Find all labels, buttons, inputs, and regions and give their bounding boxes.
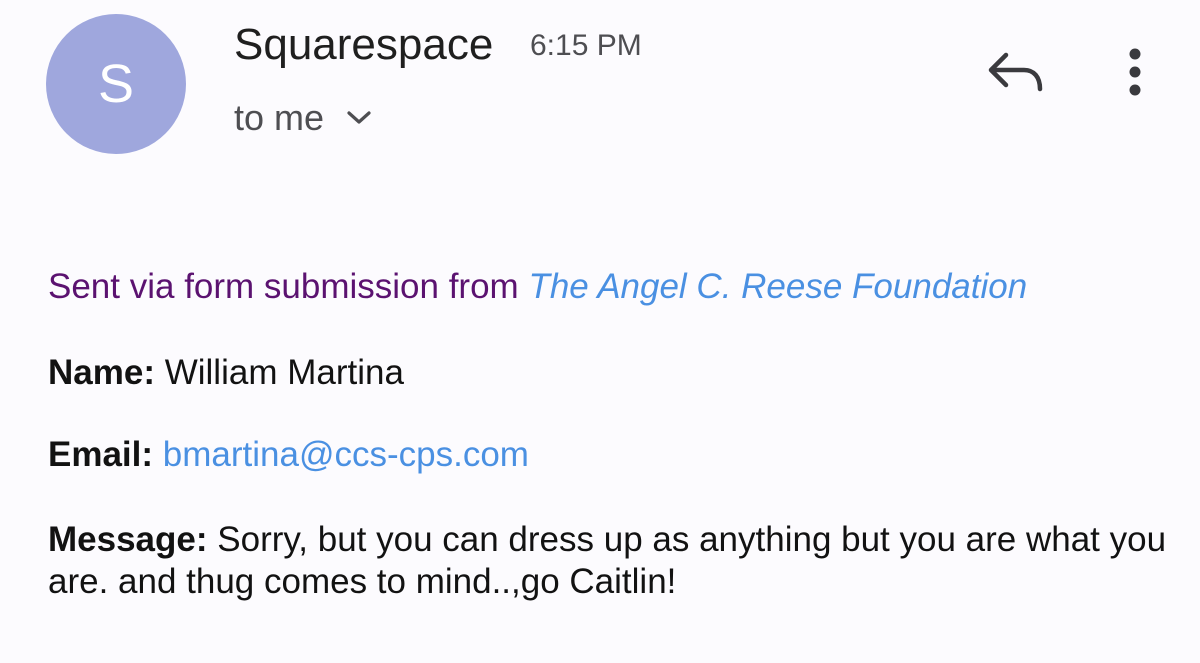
sent-via-line: Sent via form submission from The Angel … xyxy=(48,266,1168,308)
recipient-text: to me xyxy=(234,97,325,138)
name-line: Name: William Martina xyxy=(48,352,1168,394)
message-label: Message: xyxy=(48,520,208,559)
recipient-details-toggle[interactable]: to me xyxy=(234,96,372,140)
chevron-down-icon xyxy=(346,110,372,126)
email-link[interactable]: bmartina@ccs-cps.com xyxy=(163,435,529,474)
more-vert-icon xyxy=(1126,46,1144,103)
sent-via-text: Sent via form submission from xyxy=(48,267,519,306)
message-value: Sorry, but you can dress up as anything … xyxy=(48,520,1167,601)
name-label: Name: xyxy=(48,353,155,392)
sender-name[interactable]: Squarespace xyxy=(234,20,493,70)
name-value: William Martina xyxy=(164,353,404,392)
reply-icon xyxy=(986,49,1044,98)
email-line: Email: bmartina@ccs-cps.com xyxy=(48,434,1168,476)
message-line: Message: Sorry, but you can dress up as … xyxy=(48,519,1168,603)
email-label: Email: xyxy=(48,435,154,474)
sender-avatar[interactable]: S xyxy=(46,14,186,154)
email-time: 6:15 PM xyxy=(530,29,642,62)
avatar-letter: S xyxy=(97,54,135,114)
more-options-button[interactable] xyxy=(1114,44,1156,104)
foundation-link[interactable]: The Angel C. Reese Foundation xyxy=(528,267,1027,306)
reply-button[interactable] xyxy=(984,48,1046,98)
